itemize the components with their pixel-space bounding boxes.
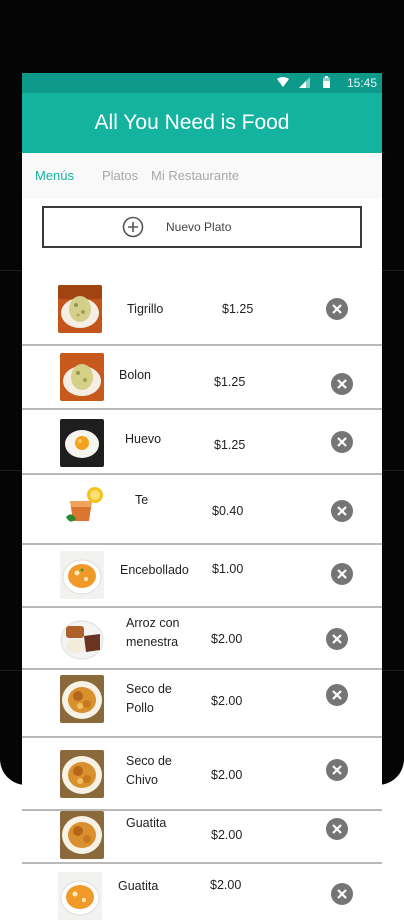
dish-price: $2.00 [211,768,243,782]
dish-price: $2.00 [211,632,243,646]
delete-dish-button[interactable] [331,500,353,522]
close-icon [337,506,347,516]
frame-divider [382,270,404,271]
dish-image-guatita [60,811,104,859]
dish-price: $2.00 [211,828,243,842]
new-dish-button[interactable]: Nuevo Plato [42,206,362,248]
dish-price: $1.25 [214,438,246,452]
dish-name: Seco de Chivo [126,754,172,787]
dish-row-encebollado[interactable]: Encebollado $1.00 [22,545,382,606]
close-icon [332,824,342,834]
delete-dish-button[interactable] [331,883,353,905]
close-icon [337,889,347,899]
frame-divider [0,270,22,271]
tab-menus[interactable]: Menús [35,168,74,183]
frame-divider [382,670,404,671]
delete-dish-button[interactable] [326,628,348,650]
signal-icon [299,77,310,88]
close-icon [332,690,342,700]
dish-row-guatita-2[interactable]: Guatita $2.00 [22,864,382,920]
status-bar: 15:45 [22,73,382,93]
dish-image-te [60,481,108,529]
frame-divider [0,470,22,471]
delete-dish-button[interactable] [326,298,348,320]
dish-name: Huevo [125,432,162,446]
dish-price: $0.40 [212,504,244,518]
dish-image-seco-de-chivo [60,750,104,798]
battery-icon [323,76,330,88]
delete-dish-button[interactable] [326,759,348,781]
app-bar: All You Need is Food [22,93,382,153]
dish-row-tigrillo[interactable]: Tigrillo $1.25 [22,273,382,343]
dish-row-te[interactable]: Te $0.40 [22,475,382,543]
dish-name: Guatita [126,816,167,830]
dish-price: $1.25 [222,302,254,316]
dish-name: Encebollado [120,563,189,577]
tab-platos[interactable]: Platos [102,168,138,183]
dish-image-tigrillo [58,285,102,333]
delete-dish-button[interactable] [326,684,348,706]
dish-price: $1.00 [212,562,244,576]
frame-divider [382,470,404,471]
dish-row-seco-de-chivo[interactable]: Seco de Chivo $2.00 [22,738,382,809]
frame-divider [0,670,22,671]
dish-image-huevo [60,419,104,467]
tab-bar: Menús Platos Mi Restaurante [22,153,382,199]
app-screen: 15:45 All You Need is Food Menús Platos … [22,73,382,920]
dish-image-bolon [60,353,104,401]
dish-image-encebollado [60,551,104,599]
dish-row-seco-de-pollo[interactable]: Seco de Pollo $2.00 [22,670,382,736]
dish-image-guatita-2 [58,872,102,920]
status-time: 15:45 [346,76,377,90]
close-icon [332,304,342,314]
delete-dish-button[interactable] [331,373,353,395]
delete-dish-button[interactable] [331,431,353,453]
dish-row-guatita[interactable]: Guatita $2.00 [22,811,382,862]
dish-name: Te [135,493,149,507]
delete-dish-button[interactable] [331,563,353,585]
add-circle-icon [122,216,144,238]
dish-row-huevo[interactable]: Huevo $1.25 [22,410,382,473]
dish-name: Tigrillo [127,302,164,316]
app-title: All You Need is Food [94,111,290,134]
dish-row-arroz-con-menestra[interactable]: Arroz con menestra $2.00 [22,608,382,668]
tab-mi-restaurante[interactable]: Mi Restaurante [151,168,239,183]
dish-price: $2.00 [210,878,242,892]
wifi-icon [277,77,289,87]
dish-name: Guatita [118,879,159,893]
dish-name: Arroz con menestra [126,616,180,649]
dish-name: Seco de Pollo [126,682,172,715]
close-icon [337,569,347,579]
close-icon [332,634,342,644]
dish-row-bolon[interactable]: Bolon $1.25 [22,346,382,408]
new-dish-label: Nuevo Plato [166,220,232,234]
dish-name: Bolon [119,368,151,382]
dish-price: $1.25 [214,375,246,389]
dish-price: $2.00 [211,694,243,708]
dish-image-arroz-con-menestra [60,614,104,662]
close-icon [337,379,347,389]
delete-dish-button[interactable] [326,818,348,840]
dish-image-seco-de-pollo [60,675,104,723]
close-icon [332,765,342,775]
close-icon [337,437,347,447]
